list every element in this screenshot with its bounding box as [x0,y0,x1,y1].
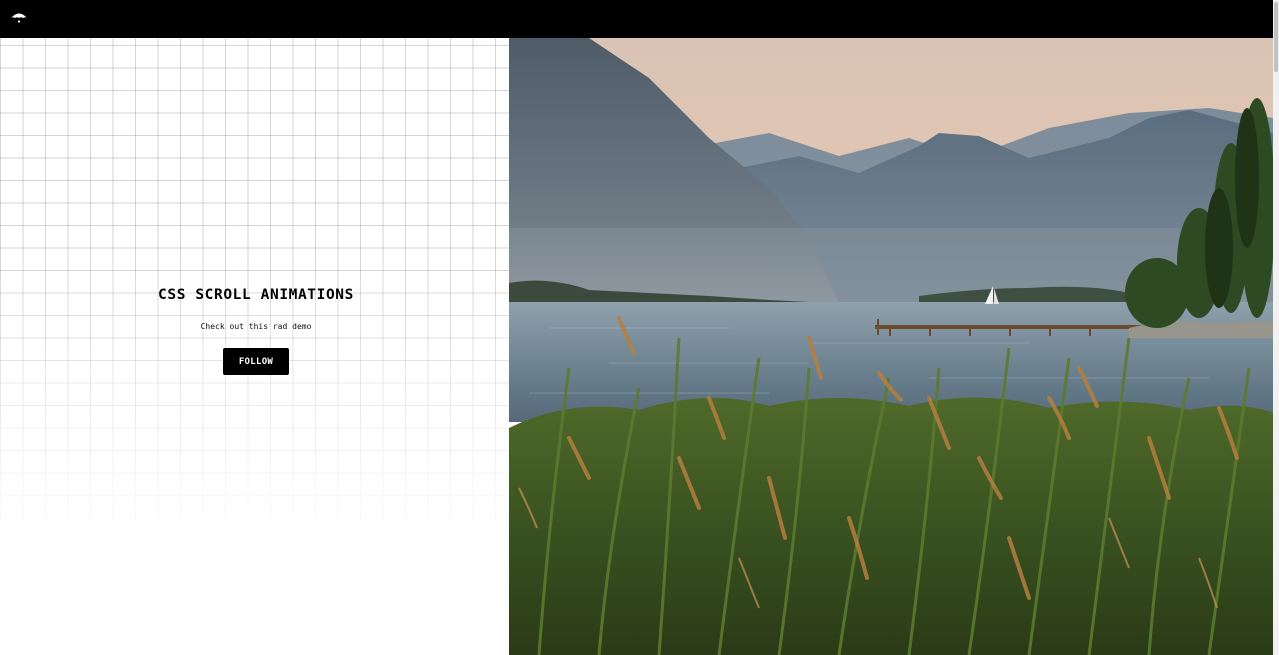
top-nav-bar [0,0,1279,38]
scrollbar[interactable] [1273,0,1279,655]
hero-title: CSS SCROLL ANIMATIONS [158,287,354,303]
umbrella-logo-icon[interactable] [9,9,29,29]
hero-content: CSS SCROLL ANIMATIONS Check out this rad… [0,38,509,655]
hero-panel: CSS SCROLL ANIMATIONS Check out this rad… [0,38,509,655]
hero-subtitle: Check out this rad demo [200,322,312,331]
landscape-photo [509,38,1273,655]
follow-button[interactable]: FOLLOW [223,348,289,375]
scrollbar-thumb[interactable] [1274,2,1278,72]
